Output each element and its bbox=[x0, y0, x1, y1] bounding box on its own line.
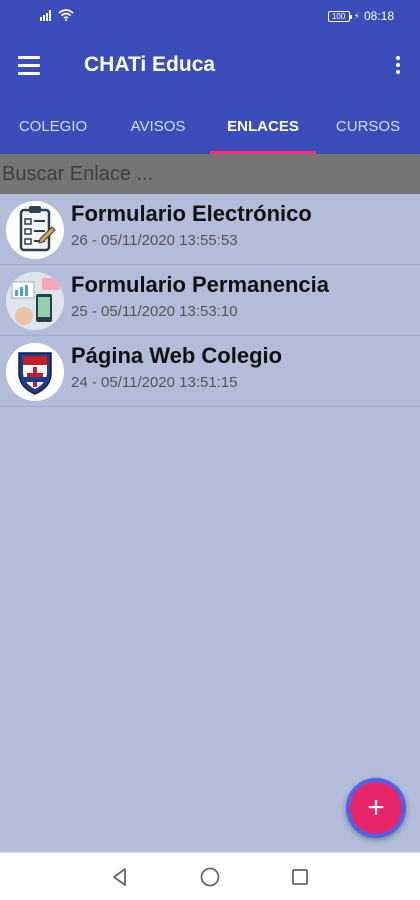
tab-bar: COLEGIO AVISOS ENLACES CURSOS bbox=[0, 98, 420, 154]
list-item[interactable]: Formulario Permanencia 25 - 05/11/2020 1… bbox=[0, 265, 420, 336]
phone-chart-icon bbox=[6, 272, 64, 330]
link-subtitle: 26 - 05/11/2020 13:55:53 bbox=[71, 232, 238, 249]
tab-avisos[interactable]: AVISOS bbox=[106, 98, 210, 154]
status-bar: 100 ⚡ 08:18 bbox=[0, 0, 420, 32]
clock: 08:18 bbox=[363, 9, 394, 23]
recents-icon[interactable] bbox=[288, 865, 312, 889]
link-subtitle: 24 - 05/11/2020 13:51:15 bbox=[71, 374, 238, 391]
more-options-icon[interactable] bbox=[390, 52, 406, 78]
search-bar bbox=[0, 154, 420, 194]
search-input[interactable] bbox=[0, 154, 420, 194]
link-subtitle: 25 - 05/11/2020 13:53:10 bbox=[71, 303, 238, 320]
links-list: Formulario Electrónico 26 - 05/11/2020 1… bbox=[0, 194, 420, 407]
tab-enlaces[interactable]: ENLACES bbox=[210, 98, 316, 154]
status-right: 100 ⚡ 08:18 bbox=[327, 9, 394, 23]
tab-colegio[interactable]: COLEGIO bbox=[0, 98, 106, 154]
app-title: CHATi Educa bbox=[84, 53, 216, 76]
tab-cursos[interactable]: CURSOS bbox=[316, 98, 420, 154]
link-title: Formulario Permanencia bbox=[71, 272, 329, 297]
system-nav-bar bbox=[0, 852, 420, 900]
home-icon[interactable] bbox=[198, 865, 222, 889]
app-bar: CHATi Educa bbox=[0, 32, 420, 98]
battery-icon: 100 bbox=[327, 10, 352, 22]
hamburger-menu-icon[interactable] bbox=[18, 51, 48, 79]
list-item[interactable]: Página Web Colegio 24 - 05/11/2020 13:51… bbox=[0, 336, 420, 407]
link-title: Formulario Electrónico bbox=[71, 201, 312, 226]
link-title: Página Web Colegio bbox=[71, 343, 283, 368]
list-item[interactable]: Formulario Electrónico 26 - 05/11/2020 1… bbox=[0, 194, 420, 265]
clipboard-form-icon bbox=[6, 201, 64, 259]
charging-icon: ⚡ bbox=[353, 10, 360, 21]
status-left bbox=[40, 9, 74, 21]
add-link-button[interactable]: + bbox=[346, 778, 406, 838]
wifi-icon bbox=[58, 9, 74, 21]
back-icon[interactable] bbox=[108, 865, 132, 889]
la-salle-shield-icon bbox=[6, 343, 64, 401]
signal-icon bbox=[40, 10, 51, 21]
